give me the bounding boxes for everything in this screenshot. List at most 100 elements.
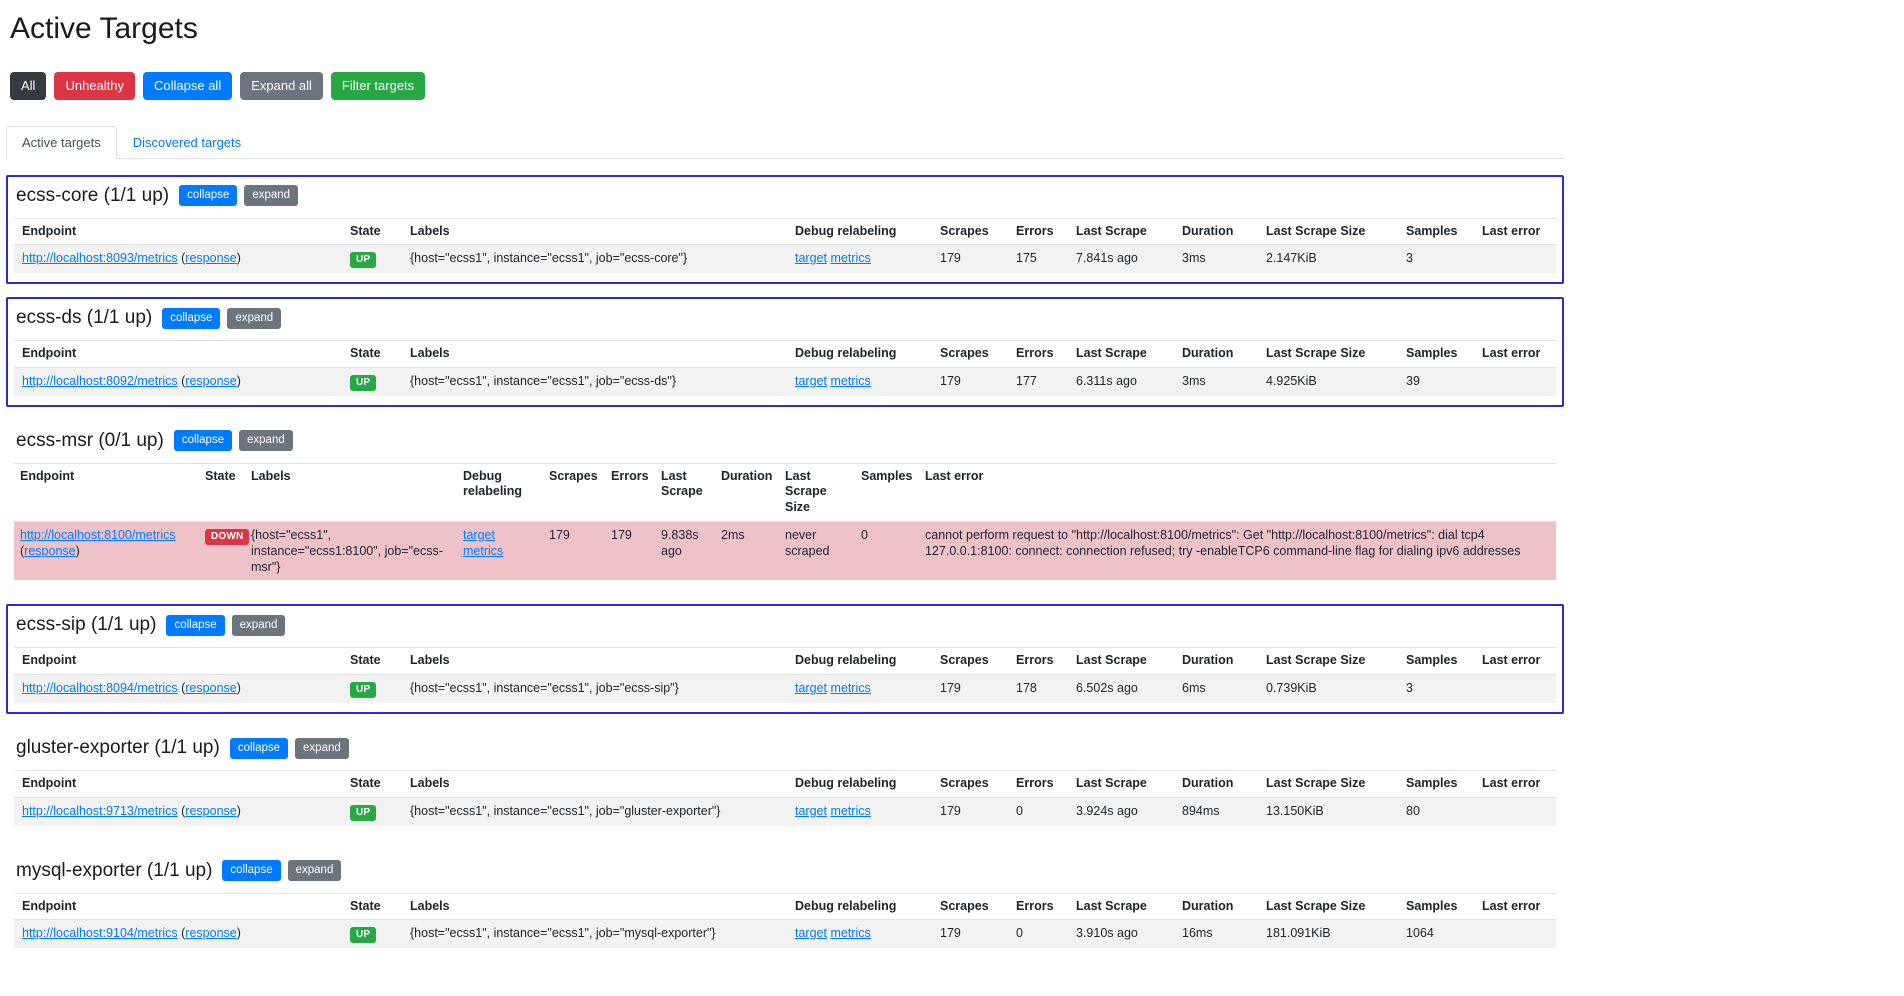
scrapes-cell: 179 [932,367,1008,396]
table-header-row: Endpoint State Labels Debug relabeling S… [14,463,1556,521]
target-row: http://localhost:8092/metrics (response)… [14,367,1556,396]
tab-discovered-targets[interactable]: Discovered targets [117,126,257,159]
expand-button[interactable]: expand [227,308,281,329]
column-header-debug-relabeling: Debug relabeling [787,771,932,798]
paren-close: ) [76,544,80,558]
expand-button[interactable]: expand [244,185,298,206]
response-link[interactable]: response [185,804,236,818]
target-link[interactable]: target [795,374,827,388]
endpoint-link[interactable]: http://localhost:8092/metrics [22,374,178,388]
column-header-scrapes: Scrapes [932,341,1008,368]
collapse-button[interactable]: collapse [162,308,220,329]
job-header: mysql-exporter (1/1 up) collapse expand [16,860,1556,882]
target-row: http://localhost:9713/metrics (response)… [14,797,1556,826]
target-link[interactable]: target [795,681,827,695]
expand-button[interactable]: expand [295,738,349,759]
column-header-last-error: Last error [1474,218,1556,245]
endpoint-cell: http://localhost:8092/metrics (response) [14,367,342,396]
expand-button[interactable]: expand [232,615,286,636]
collapse-button[interactable]: collapse [166,615,224,636]
response-link[interactable]: response [185,251,236,265]
table-header-row: Endpoint State Labels Debug relabeling S… [14,341,1556,368]
errors-cell: 179 [605,521,655,580]
expand-all-button[interactable]: Expand all [240,72,323,100]
endpoint-link[interactable]: http://localhost:8093/metrics [22,251,178,265]
target-link[interactable]: target [463,528,495,542]
last-scrape-size-cell: 0.739KiB [1258,675,1398,704]
endpoint-link[interactable]: http://localhost:8094/metrics [22,681,178,695]
target-link[interactable]: target [795,251,827,265]
duration-cell: 16ms [1174,920,1258,949]
response-link[interactable]: response [185,681,236,695]
response-link[interactable]: response [185,374,236,388]
paren-close: ) [237,681,241,695]
filter-unhealthy-button[interactable]: Unhealthy [54,72,135,100]
debug-relabeling-cell: target metrics [787,367,932,396]
column-header-last-scrape-size: Last Scrape Size [1258,771,1398,798]
column-header-scrapes: Scrapes [932,648,1008,675]
scrapes-cell: 179 [932,675,1008,704]
column-header-samples: Samples [1398,218,1474,245]
target-link[interactable]: target [795,926,827,940]
tab-bar: Active targets Discovered targets [6,126,1564,159]
paren-close: ) [237,926,241,940]
collapse-button[interactable]: collapse [222,860,280,881]
column-header-errors: Errors [1008,648,1068,675]
filter-all-button[interactable]: All [10,72,46,100]
column-header-state: State [342,341,402,368]
filter-targets-button[interactable]: Filter targets [331,72,425,100]
collapse-button[interactable]: collapse [174,430,232,451]
column-header-errors: Errors [1008,218,1068,245]
metrics-link[interactable]: metrics [830,804,870,818]
job-title: gluster-exporter (1/1 up) [16,737,220,759]
endpoint-link[interactable]: http://localhost:9713/metrics [22,804,178,818]
column-header-errors: Errors [605,463,655,521]
expand-button[interactable]: expand [288,860,342,881]
metrics-link[interactable]: metrics [830,681,870,695]
state-badge: UP [350,375,376,391]
errors-cell: 0 [1008,797,1068,826]
column-header-state: State [199,463,245,521]
targets-table: Endpoint State Labels Debug relabeling S… [14,218,1556,274]
collapse-button[interactable]: collapse [179,185,237,206]
samples-cell: 3 [1398,675,1474,704]
response-link[interactable]: response [24,544,75,558]
labels-cell: {host="ecss1", instance="ecss1", job="ec… [402,367,787,396]
state-badge: UP [350,927,376,943]
metrics-link[interactable]: metrics [463,544,503,558]
endpoint-cell: http://localhost:9713/metrics (response) [14,797,342,826]
metrics-link[interactable]: metrics [830,374,870,388]
job-title: mysql-exporter (1/1 up) [16,860,212,882]
expand-button[interactable]: expand [239,430,293,451]
column-header-endpoint: Endpoint [14,341,342,368]
target-link[interactable]: target [795,804,827,818]
samples-cell: 1064 [1398,920,1474,949]
column-header-state: State [342,771,402,798]
column-header-errors: Errors [1008,771,1068,798]
endpoint-link[interactable]: http://localhost:9104/metrics [22,926,178,940]
labels-cell: {host="ecss1", instance="ecss1", job="ec… [402,675,787,704]
column-header-debug-relabeling: Debug relabeling [787,341,932,368]
column-header-samples: Samples [1398,771,1474,798]
labels-cell: {host="ecss1", instance="ecss1", job="my… [402,920,787,949]
target-row: http://localhost:8094/metrics (response)… [14,675,1556,704]
response-link[interactable]: response [185,926,236,940]
metrics-link[interactable]: metrics [830,251,870,265]
duration-cell: 6ms [1174,675,1258,704]
paren-close: ) [237,374,241,388]
column-header-labels: Labels [402,218,787,245]
collapse-button[interactable]: collapse [230,738,288,759]
labels-cell: {host="ecss1", instance="ecss1", job="gl… [402,797,787,826]
collapse-all-button[interactable]: Collapse all [143,72,232,100]
debug-relabeling-cell: target metrics [457,521,543,580]
column-header-duration: Duration [1174,341,1258,368]
labels-cell: {host="ecss1", instance="ecss1:8100", jo… [245,521,457,580]
job-section-mysql-exporter: mysql-exporter (1/1 up) collapse expand … [6,850,1564,960]
endpoint-cell: http://localhost:8094/metrics (response) [14,675,342,704]
metrics-link[interactable]: metrics [830,926,870,940]
endpoint-cell: http://localhost:9104/metrics (response) [14,920,342,949]
tab-active-targets[interactable]: Active targets [6,126,117,159]
state-badge: UP [350,252,376,268]
state-cell: UP [342,245,402,274]
endpoint-link[interactable]: http://localhost:8100/metrics [20,528,176,542]
